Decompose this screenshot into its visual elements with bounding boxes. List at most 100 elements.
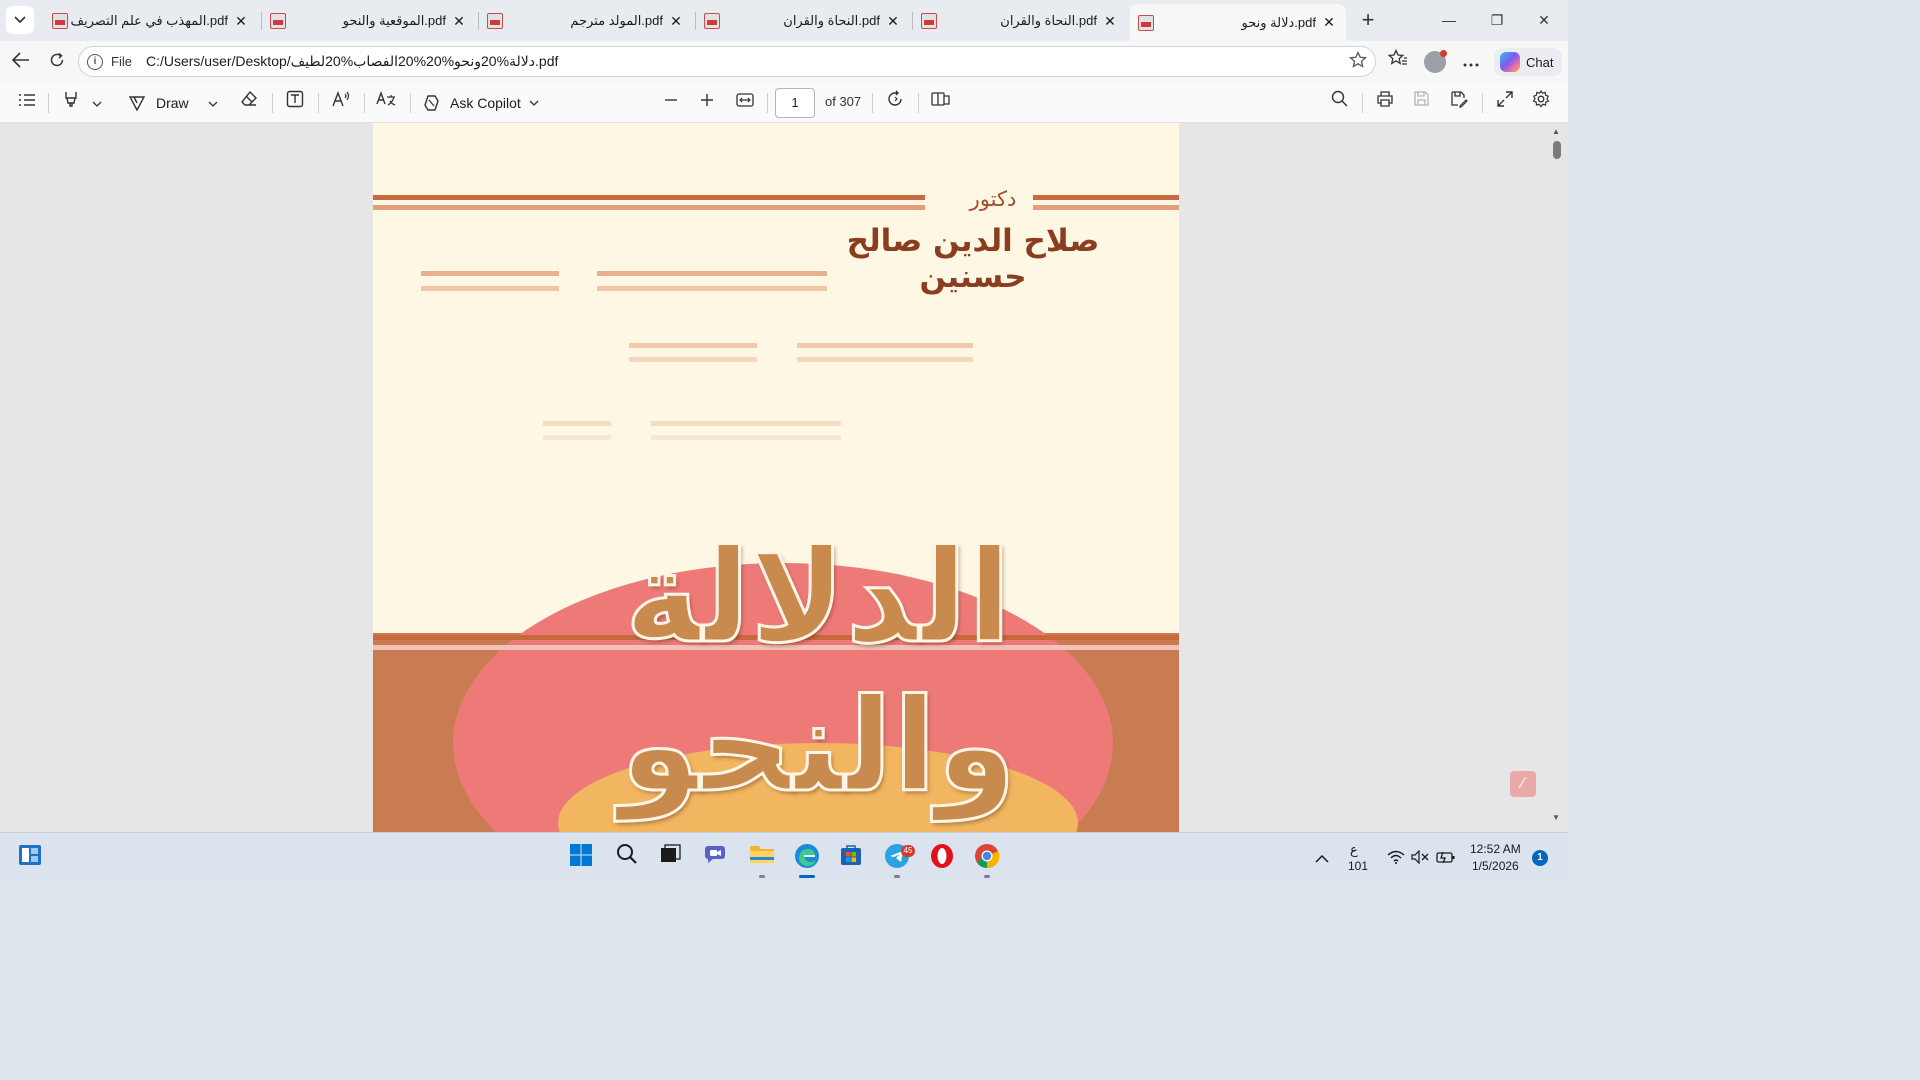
highlight-button[interactable] <box>58 90 84 116</box>
settings-icon <box>1532 89 1550 108</box>
tab-5-active[interactable]: pdf.دلالة ونحو ✕ <box>1130 4 1346 41</box>
info-icon[interactable]: i <box>87 53 103 70</box>
search-button[interactable] <box>612 843 642 873</box>
rotate-button[interactable] <box>882 90 908 116</box>
print-button[interactable] <box>1372 90 1398 116</box>
teams-button[interactable] <box>701 843 731 873</box>
page-view-button[interactable] <box>928 90 954 116</box>
eraser-button[interactable] <box>236 90 262 116</box>
eraser-icon <box>241 90 257 106</box>
author-name: صلاح الدين صالح حسنين <box>846 223 1100 295</box>
text-box-icon <box>286 90 304 108</box>
address-bar-row: i File C:/Users/user/Desktop/دلالة%20ونح… <box>0 41 1568 82</box>
tab-0[interactable]: pdf.المهذب في علم التصريف ✕ <box>44 5 258 37</box>
draw-button[interactable]: Draw <box>128 90 198 116</box>
address-field[interactable]: i File C:/Users/user/Desktop/دلالة%20ونح… <box>78 46 1376 77</box>
toolbar-separator <box>767 93 768 113</box>
minimize-button[interactable]: — <box>1426 6 1472 34</box>
translate-button[interactable] <box>372 90 400 116</box>
zoom-out-button[interactable] <box>658 90 684 116</box>
fullscreen-button[interactable] <box>1492 90 1518 116</box>
refresh-button[interactable] <box>42 47 72 77</box>
url-text[interactable]: C:/Users/user/Desktop/دلالة%20ونحو%20%20… <box>146 53 558 70</box>
tab-close-button[interactable]: ✕ <box>669 13 683 30</box>
input-language[interactable]: ع <box>1350 842 1358 858</box>
draw-icon <box>128 96 146 112</box>
page-view-icon <box>931 92 950 106</box>
pdf-viewer[interactable]: دكتور صلاح الدين صالح حسنين الدلالة والن… <box>0 123 1568 832</box>
running-indicator <box>984 875 990 878</box>
chevron-down-icon <box>92 101 102 107</box>
contents-button[interactable] <box>14 90 40 116</box>
tab-close-button[interactable]: ✕ <box>234 13 248 30</box>
tab-3[interactable]: pdf.النحاة والقران ✕ <box>696 5 910 37</box>
back-button[interactable] <box>6 47 36 77</box>
toolbar-separator <box>1482 93 1483 113</box>
tab-2[interactable]: pdf.المولد مترجم ✕ <box>479 5 693 37</box>
toolbar-separator <box>872 93 873 113</box>
tab-1[interactable]: pdf.الموقعية والنحو ✕ <box>262 5 476 37</box>
chat-label: Chat <box>1526 54 1554 70</box>
favorites-button[interactable] <box>1385 48 1411 75</box>
task-view-button[interactable] <box>655 843 685 873</box>
add-text-button[interactable] <box>282 90 308 116</box>
taskbar: 45 ع 101 12:52 AM 1/5/2026 1 <box>0 832 1568 882</box>
teams-icon <box>705 846 725 863</box>
favorite-star-button[interactable] <box>1349 50 1367 74</box>
adobe-pdf-icon[interactable]: ⁄ <box>1510 771 1536 797</box>
page-number-input[interactable]: 1 <box>775 88 815 118</box>
scroll-thumb[interactable] <box>1553 141 1561 159</box>
find-button[interactable] <box>1326 90 1352 116</box>
new-tab-button[interactable]: + <box>1354 8 1382 34</box>
tab-close-button[interactable]: ✕ <box>886 13 900 30</box>
clock-date[interactable]: 1/5/2026 <box>1472 859 1519 873</box>
opera-button[interactable] <box>927 843 957 873</box>
tab-actions-menu-button[interactable] <box>6 6 34 34</box>
save-as-button[interactable] <box>1446 90 1472 116</box>
show-hidden-icons-button[interactable] <box>1307 843 1337 873</box>
battery-button[interactable] <box>1431 843 1461 873</box>
save-button[interactable] <box>1408 90 1434 116</box>
close-window-button[interactable]: ✕ <box>1521 6 1567 34</box>
scroll-up-arrow[interactable]: ▲ <box>1551 127 1561 136</box>
contents-icon <box>19 94 35 106</box>
tab-4[interactable]: pdf.النحاة والقران ✕ <box>913 5 1127 37</box>
telegram-unread-badge: 45 <box>901 845 915 857</box>
vertical-scrollbar[interactable]: ▲ ▼ <box>1548 123 1564 832</box>
save-as-icon <box>1451 91 1468 108</box>
start-button[interactable] <box>566 843 596 873</box>
widgets-button[interactable] <box>15 843 45 873</box>
tab-close-button[interactable]: ✕ <box>1322 14 1336 31</box>
zoom-in-button[interactable] <box>694 90 720 116</box>
settings-button[interactable] <box>1528 89 1554 116</box>
store-button[interactable] <box>836 843 866 873</box>
clock-time[interactable]: 12:52 AM <box>1470 842 1521 856</box>
tab-close-button[interactable]: ✕ <box>1103 13 1117 30</box>
notification-badge[interactable]: 1 <box>1532 850 1548 866</box>
restore-button[interactable]: ❐ <box>1474 6 1520 34</box>
file-explorer-button[interactable] <box>747 843 777 873</box>
read-aloud-button[interactable] <box>328 90 354 116</box>
decorative-stripe <box>651 421 841 426</box>
draw-options-button[interactable] <box>204 90 222 116</box>
decorative-stripe <box>421 271 559 276</box>
pdf-icon <box>270 13 286 29</box>
fit-to-width-button[interactable] <box>732 90 758 116</box>
wifi-icon <box>1387 850 1405 864</box>
search-icon <box>1331 90 1347 107</box>
highlight-options-button[interactable] <box>88 90 106 116</box>
edge-button[interactable] <box>792 843 822 873</box>
scroll-down-arrow[interactable]: ▼ <box>1551 813 1561 822</box>
more-menu-button[interactable] <box>1458 49 1484 75</box>
store-icon <box>841 845 861 865</box>
task-view-icon <box>661 844 681 862</box>
chrome-button[interactable] <box>972 843 1002 873</box>
ask-copilot-button[interactable]: Ask Copilot <box>422 90 552 116</box>
copilot-chat-button[interactable]: Chat <box>1494 48 1562 76</box>
decorative-stripe <box>797 357 973 362</box>
decorative-stripe <box>597 286 827 291</box>
running-indicator <box>759 875 765 878</box>
toolbar-separator <box>410 93 411 113</box>
tab-close-button[interactable]: ✕ <box>452 13 466 30</box>
tab-title: pdf.الموقعية والنحو <box>342 13 446 28</box>
